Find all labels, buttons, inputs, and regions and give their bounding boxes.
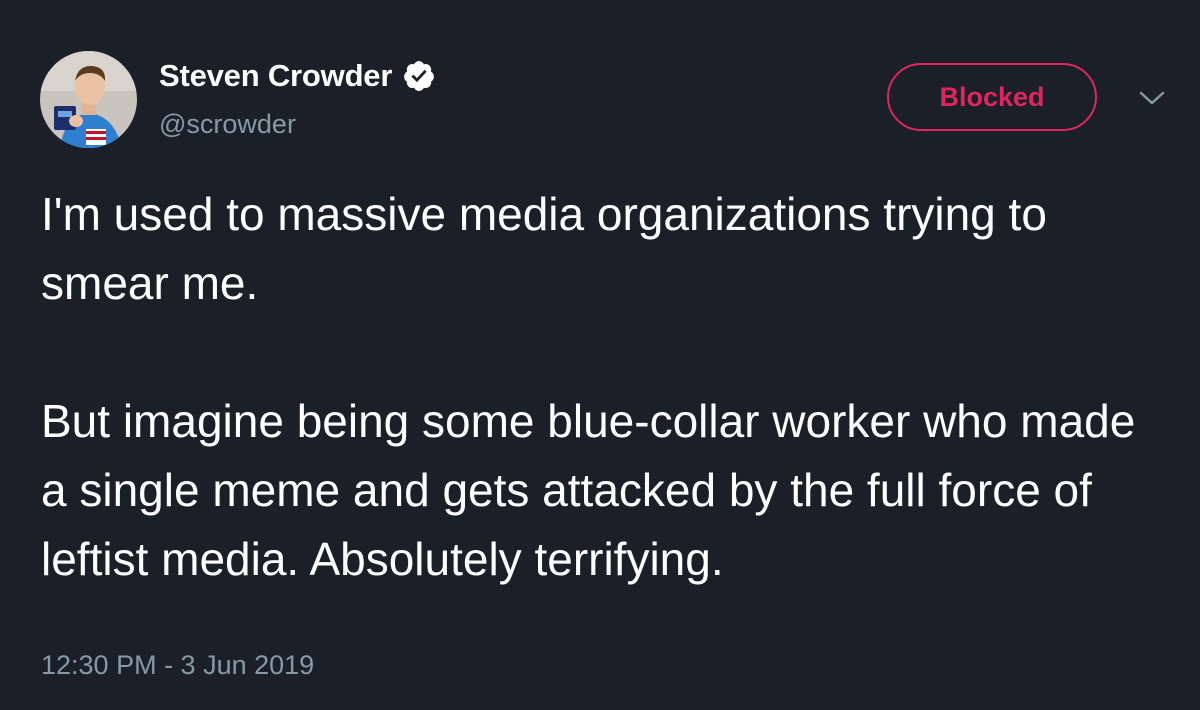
chevron-down-icon[interactable] <box>1137 88 1167 108</box>
tweet-text: I'm used to massive media organizations … <box>41 180 1171 594</box>
tweet-paragraph: But imagine being some blue-collar worke… <box>41 395 1136 585</box>
tweet-timestamp[interactable]: 12:30 PM - 3 Jun 2019 <box>41 650 314 681</box>
author-name-row: Steven Crowder <box>159 56 436 96</box>
avatar-image <box>40 51 137 148</box>
verified-badge-icon <box>402 59 436 93</box>
avatar[interactable] <box>40 51 137 148</box>
tweet-card: Steven Crowder @scrowder Blocked I'm use… <box>0 0 1200 710</box>
author-handle[interactable]: @scrowder <box>159 109 296 140</box>
blocked-button[interactable]: Blocked <box>887 63 1097 131</box>
tweet-paragraph: I'm used to massive media organizations … <box>41 188 1047 309</box>
author-display-name[interactable]: Steven Crowder <box>159 58 392 94</box>
